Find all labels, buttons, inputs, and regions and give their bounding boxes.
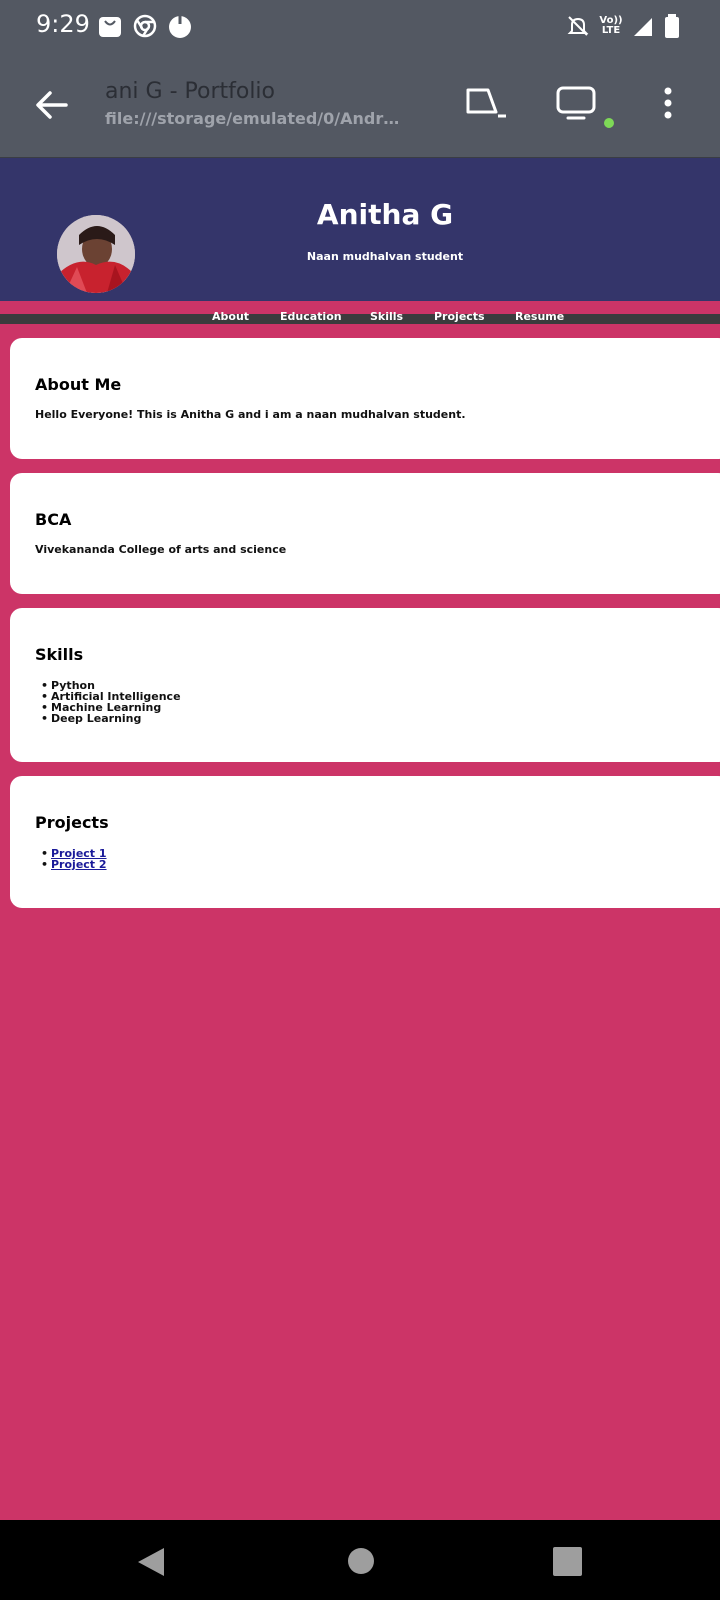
about-section: About Me Hello Everyone! This is Anitha … <box>10 338 720 459</box>
signal-icon <box>634 18 652 36</box>
back-arrow-icon[interactable] <box>34 87 70 123</box>
education-text: Vivekananda College of arts and science <box>35 543 287 556</box>
about-heading: About Me <box>35 375 122 394</box>
nav-link-skills[interactable]: Skills <box>370 310 403 323</box>
chrome-icon <box>133 14 157 38</box>
nav-link-education[interactable]: Education <box>280 310 342 323</box>
web-page: Anitha G Naan mudhalvan student About Ed… <box>0 158 720 1520</box>
online-indicator <box>604 118 614 128</box>
app-icon <box>169 16 191 38</box>
projects-list: Project 1 Project 2 <box>35 848 107 870</box>
status-bar: 9:29 Vo)) LTE <box>0 0 720 52</box>
skills-section: Skills Python Artificial Intelligence Ma… <box>10 608 720 762</box>
url-text[interactable]: file:///storage/emulated/0/Android/... <box>105 109 405 128</box>
profile-subtitle: Naan mudhalvan student <box>306 250 464 263</box>
nav-home-icon[interactable] <box>347 1547 375 1575</box>
nav-link-projects[interactable]: Projects <box>434 310 485 323</box>
nav-back-icon[interactable] <box>136 1546 166 1578</box>
skill-item: Deep Learning <box>35 713 181 724</box>
education-section: BCA Vivekananda College of arts and scie… <box>10 473 720 594</box>
skills-heading: Skills <box>35 645 84 664</box>
more-options-icon[interactable] <box>645 82 691 128</box>
about-text: Hello Everyone! This is Anitha G and i a… <box>35 408 466 421</box>
nav-link-about[interactable]: About <box>212 310 249 323</box>
nav-links: About Education Skills Projects Resume <box>0 310 720 328</box>
projects-section: Projects Project 1 Project 2 <box>10 776 720 908</box>
profile-name: Anitha G <box>316 198 454 231</box>
education-heading: BCA <box>35 510 72 529</box>
battery-icon <box>665 14 679 38</box>
browser-toolbar: ani G - Portfolio file:///storage/emulat… <box>0 52 720 158</box>
skills-list: Python Artificial Intelligence Machine L… <box>35 680 181 724</box>
system-nav-bar <box>0 1520 720 1600</box>
status-time: 9:29 <box>36 10 90 38</box>
nav-recents-icon[interactable] <box>553 1547 582 1576</box>
project-2-link[interactable]: Project 2 <box>51 858 107 871</box>
desktop-site-icon[interactable] <box>554 82 600 128</box>
volte-icon: Vo)) LTE <box>599 15 623 36</box>
projects-heading: Projects <box>35 813 109 832</box>
project-item: Project 2 <box>35 859 107 870</box>
mute-icon <box>567 16 589 36</box>
page-title[interactable]: ani G - Portfolio <box>105 79 275 104</box>
header-banner: Anitha G Naan mudhalvan student <box>0 158 720 301</box>
nav-link-resume[interactable]: Resume <box>515 310 564 323</box>
bag-icon <box>99 17 121 37</box>
open-in-app-icon[interactable] <box>464 82 510 128</box>
